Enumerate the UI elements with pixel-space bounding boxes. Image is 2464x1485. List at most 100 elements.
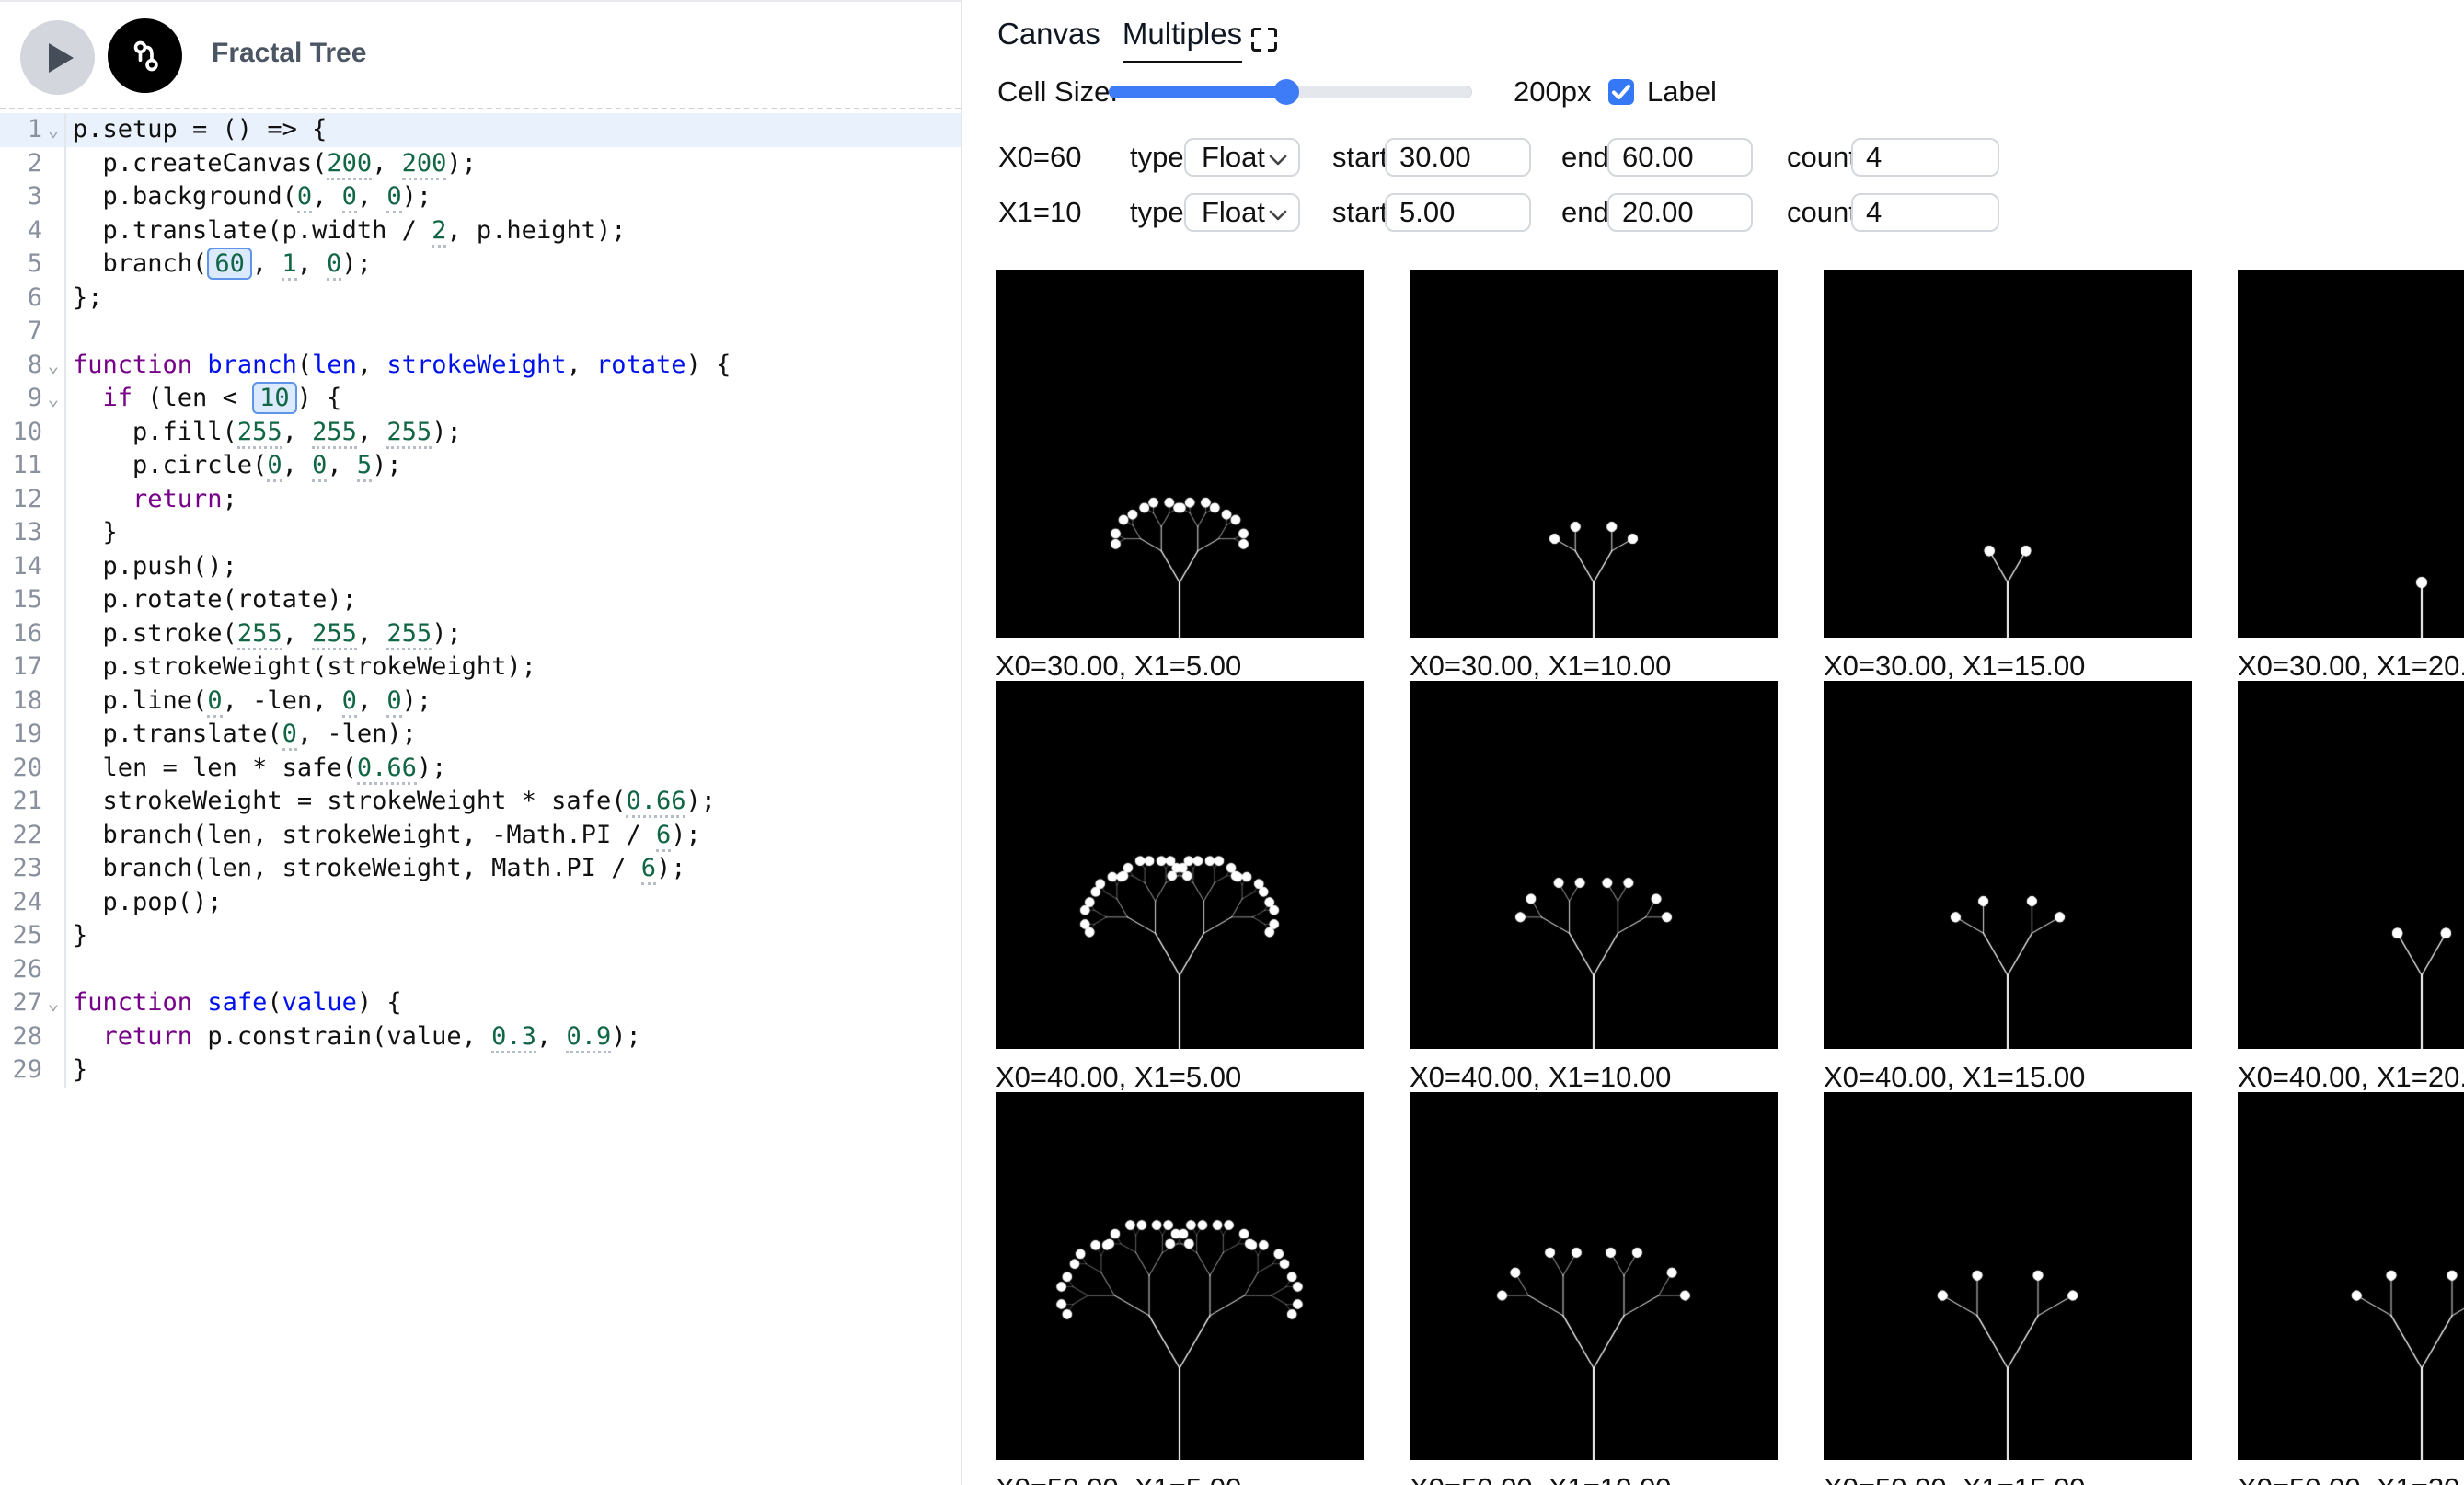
code-line: 15 p.rotate(rotate);: [0, 583, 961, 617]
code-text: p.pop();: [66, 886, 223, 920]
code-fork-icon: [125, 36, 166, 76]
fold-chevron-icon: [42, 282, 64, 316]
fullscreen-corners-icon: [1251, 28, 1261, 37]
code-line: 1⌄p.setup = () => {: [0, 113, 961, 147]
code-text: p.setup = () => {: [66, 113, 327, 147]
sketch-logo-button[interactable]: [108, 18, 182, 93]
tile-label: X0=50.00, X1=5.00: [996, 1472, 1364, 1485]
tile-label: X0=40.00, X1=20.00: [2238, 1061, 2464, 1094]
code-editor[interactable]: 1⌄p.setup = () => {2 p.createCanvas(200,…: [0, 108, 961, 1088]
line-number: 29: [0, 1053, 42, 1088]
param-end-label: end: [1561, 138, 1609, 177]
line-number: 22: [0, 819, 42, 853]
fullscreen-button[interactable]: [1251, 28, 1277, 52]
tile-label: X0=50.00, X1=20.00: [2238, 1472, 2464, 1485]
code-text: branch(len, strokeWeight, -Math.PI / 6);: [66, 819, 701, 853]
code-text: p.stroke(255, 255, 255);: [66, 617, 462, 651]
code-text: strokeWeight = strokeWeight * safe(0.66)…: [66, 785, 716, 819]
code-text: p.push();: [66, 550, 237, 584]
code-line: 28 return p.constrain(value, 0.3, 0.9);: [0, 1020, 961, 1054]
code-text: p.circle(0, 0, 5);: [66, 449, 402, 483]
fold-chevron-icon: [42, 147, 64, 181]
code-line: 23 branch(len, strokeWeight, Math.PI / 6…: [0, 852, 961, 886]
multiples-tile: X0=50.00, X1=10.00: [1410, 1092, 1778, 1485]
tree-canvas: [996, 1092, 1364, 1460]
code-line: 13 }: [0, 516, 961, 550]
tab-canvas[interactable]: Canvas: [997, 17, 1100, 61]
fold-chevron-icon: [42, 1053, 64, 1088]
tree-canvas: [1824, 270, 2192, 638]
multiples-tile: X0=30.00, X1=10.00: [1410, 270, 1778, 683]
fold-chevron-icon[interactable]: ⌄: [42, 382, 64, 416]
fold-chevron-icon[interactable]: ⌄: [42, 349, 64, 383]
tile-label: X0=50.00, X1=15.00: [1824, 1472, 2192, 1485]
param-count-input[interactable]: [1851, 193, 1999, 232]
editor-panel: Fractal Tree 1⌄p.setup = () => {2 p.crea…: [0, 0, 961, 1485]
tree-canvas: [1410, 270, 1778, 638]
fold-chevron-icon: [42, 516, 64, 550]
param-value-box[interactable]: 10: [252, 382, 297, 414]
multiples-tile: X0=40.00, X1=5.00: [996, 681, 1364, 1094]
code-text: }: [66, 516, 118, 550]
line-number: 15: [0, 583, 42, 617]
run-button[interactable]: [20, 20, 95, 95]
code-line: 14 p.push();: [0, 550, 961, 584]
tree-canvas: [1410, 681, 1778, 1049]
code-line: 18 p.line(0, -len, 0, 0);: [0, 685, 961, 719]
multiples-tile: X0=30.00, X1=20.00: [2238, 270, 2464, 683]
tab-multiples[interactable]: Multiples: [1123, 17, 1242, 63]
line-number: 26: [0, 953, 42, 987]
param-count-input[interactable]: [1851, 138, 1999, 177]
code-line: 4 p.translate(p.width / 2, p.height);: [0, 214, 961, 248]
tile-label: X0=30.00, X1=5.00: [996, 650, 1364, 683]
code-text: branch(len, strokeWeight, Math.PI / 6);: [66, 852, 686, 886]
param-count-label: count: [1787, 193, 1857, 232]
param-row-x0: X0=60typeFloatstartendcount: [962, 138, 2464, 177]
line-number: 2: [0, 147, 42, 181]
line-number: 6: [0, 282, 42, 316]
code-text: [66, 315, 73, 349]
param-end-input[interactable]: [1607, 138, 1753, 177]
line-number: 21: [0, 785, 42, 819]
code-text: p.strokeWeight(strokeWeight);: [66, 650, 536, 685]
line-number: 3: [0, 180, 42, 214]
line-number: 17: [0, 650, 42, 685]
label-checkbox[interactable]: [1608, 79, 1634, 105]
param-name: X0=60: [998, 138, 1082, 177]
cell-size-slider[interactable]: [1109, 86, 1472, 98]
tile-label: X0=50.00, X1=10.00: [1410, 1472, 1778, 1485]
param-end-input[interactable]: [1607, 193, 1753, 232]
param-end-label: end: [1561, 193, 1609, 232]
multiples-tile: X0=50.00, X1=20.00: [2238, 1092, 2464, 1485]
line-number: 10: [0, 416, 42, 450]
tree-canvas: [1824, 1092, 2192, 1460]
fold-chevron-icon[interactable]: ⌄: [42, 113, 64, 147]
param-type-label: type: [1130, 193, 1184, 232]
line-number: 25: [0, 919, 42, 953]
code-text: }: [66, 1053, 87, 1088]
code-line: 29}: [0, 1053, 961, 1088]
code-line: 12 return;: [0, 483, 961, 517]
line-number: 16: [0, 617, 42, 651]
code-text: [66, 953, 73, 987]
tile-label: X0=30.00, X1=15.00: [1824, 650, 2192, 683]
fold-chevron-icon: [42, 886, 64, 920]
param-start-input[interactable]: [1385, 193, 1531, 232]
fold-chevron-icon[interactable]: ⌄: [42, 986, 64, 1020]
param-type-select[interactable]: Float: [1184, 138, 1300, 177]
cell-size-value: 200px: [1514, 72, 1591, 112]
code-text: return p.constrain(value, 0.3, 0.9);: [66, 1020, 641, 1054]
param-start-input[interactable]: [1385, 138, 1531, 177]
fold-chevron-icon: [42, 785, 64, 819]
code-text: branch(60, 1, 0);: [66, 248, 372, 282]
fold-chevron-icon: [42, 483, 64, 517]
slider-fill: [1109, 86, 1286, 98]
param-row-x1: X1=10typeFloatstartendcount: [962, 193, 2464, 232]
slider-thumb[interactable]: [1273, 79, 1299, 105]
code-text: function safe(value) {: [66, 986, 402, 1020]
code-line: 20 len = len * safe(0.66);: [0, 752, 961, 786]
param-type-select[interactable]: Float: [1184, 193, 1300, 232]
fold-chevron-icon: [42, 617, 64, 651]
param-value-box[interactable]: 60: [207, 248, 252, 280]
cell-size-row: Cell Size: 200px Label: [962, 72, 2464, 112]
